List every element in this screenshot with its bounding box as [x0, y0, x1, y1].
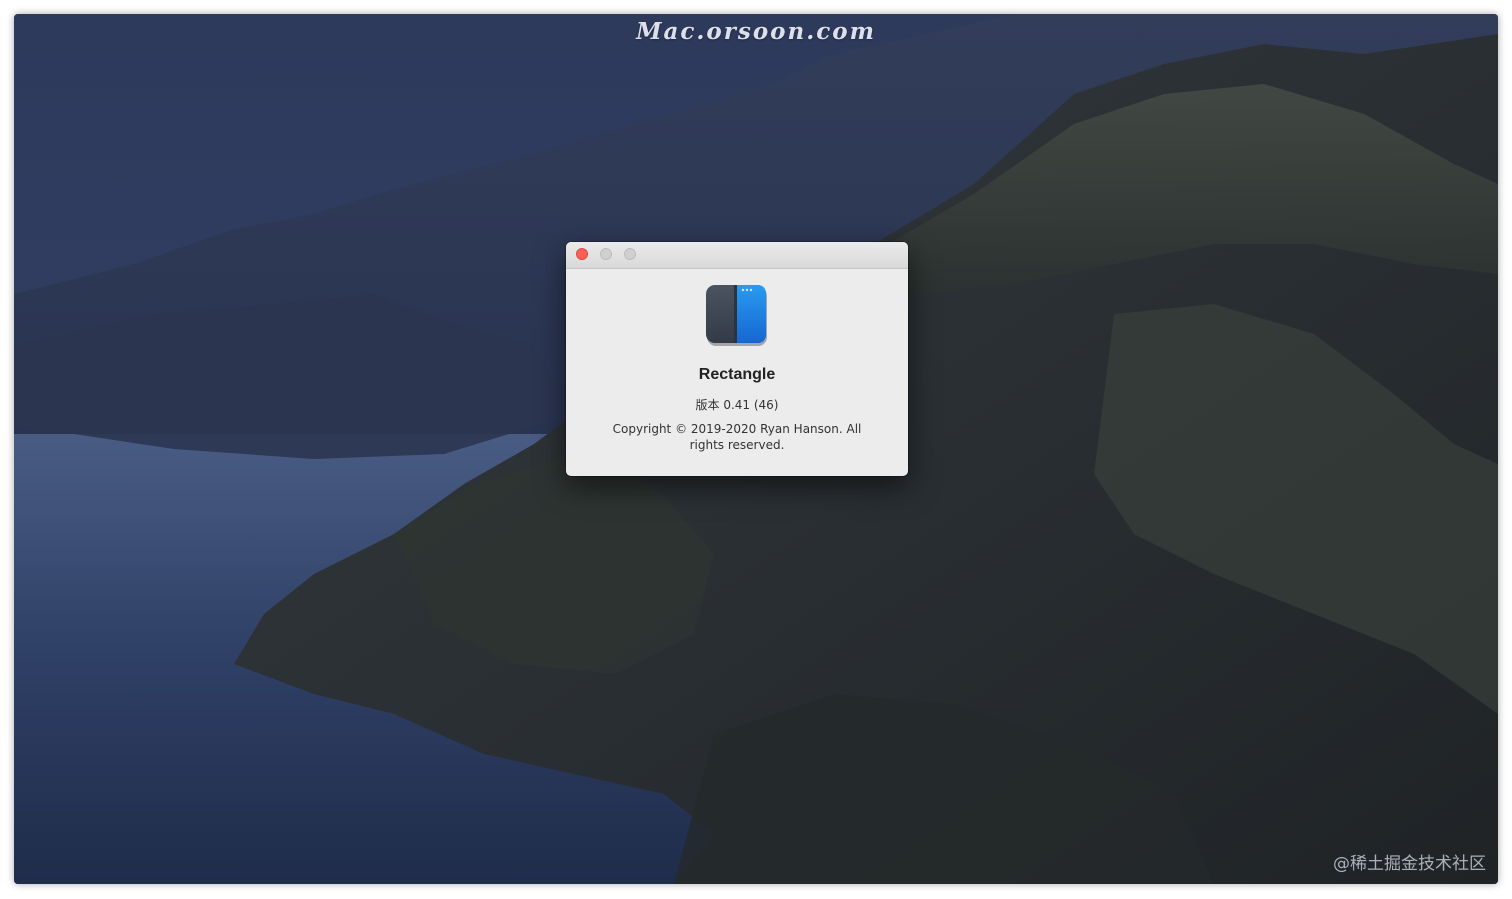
- window-titlebar[interactable]: [566, 242, 908, 269]
- minimize-button[interactable]: [600, 248, 612, 260]
- zoom-button[interactable]: [624, 248, 636, 260]
- app-name: Rectangle: [698, 366, 776, 383]
- desktop-screenshot: Mac.orsoon.com @稀土掘金技术社区 Rectangle 版本 0.…: [14, 14, 1498, 884]
- about-rectangle-window: Rectangle 版本 0.41 (46) Copyright © 2019-…: [566, 242, 908, 476]
- community-watermark: @稀土掘金技术社区: [1333, 854, 1486, 874]
- app-version: 版本 0.41 (46): [695, 398, 779, 412]
- rectangle-app-icon: [706, 285, 767, 346]
- app-copyright: Copyright © 2019-2020 Ryan Hanson. All r…: [612, 422, 862, 452]
- close-button[interactable]: [576, 248, 588, 260]
- site-watermark: Mac.orsoon.com: [636, 18, 876, 45]
